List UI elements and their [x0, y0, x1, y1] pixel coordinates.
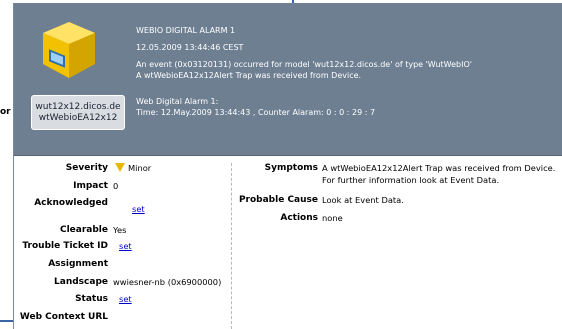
landscape-value: wwiesner-nb (0x6900000) [113, 277, 222, 287]
probable-cause-value: Look at Event Data. [322, 195, 404, 205]
background-label-fragment: or [0, 107, 11, 117]
status-set-link[interactable]: set [119, 294, 132, 304]
status-label: Status [75, 294, 108, 304]
actions-value: none [322, 213, 343, 223]
alarm-timestamp: 12.05.2009 13:44:46 CEST [136, 43, 244, 52]
acknowledged-set-link[interactable]: set [132, 204, 145, 214]
severity-value: Minor [115, 163, 151, 173]
device-name: wut12x12.dicos.de [35, 101, 121, 112]
actions-label: Actions [280, 213, 318, 223]
trouble-ticket-label: Trouble Ticket ID [22, 241, 108, 251]
probable-cause-label: Probable Cause [238, 195, 318, 205]
acknowledged-label: Acknowledged [34, 198, 108, 208]
window: or wut12x12.dicos.de wtWebioEA12x12 WEBI… [0, 0, 562, 329]
alarm-detail-line1: Web Digital Alarm 1: [136, 97, 219, 106]
alarm-header: wut12x12.dicos.de wtWebioEA12x12 WEBIO D… [14, 3, 562, 156]
alarm-detail-panel: wut12x12.dicos.de wtWebioEA12x12 WEBIO D… [13, 3, 562, 329]
web-context-url-label: Web Context URL [19, 312, 108, 322]
column-divider [231, 163, 232, 329]
trouble-ticket-set-link[interactable]: set [119, 241, 132, 251]
network-device-icon [43, 22, 95, 78]
device-type: wtWebioEA12x12 [38, 112, 118, 123]
clearable-label: Clearable [59, 225, 108, 235]
alarm-message-line2: A wtWebioEA12x12Alert Trap was received … [136, 71, 362, 80]
alarm-detail-line2: Time: 12.May.2009 13:44:43 , Counter Ala… [136, 108, 376, 117]
impact-value: 0 [113, 181, 119, 191]
alarm-message-line1: An event (0x03120131) occurred for model… [136, 60, 472, 69]
assignment-label: Assignment [48, 259, 108, 269]
alarm-title: WEBIO DIGITAL ALARM 1 [136, 26, 236, 35]
device-label[interactable]: wut12x12.dicos.de wtWebioEA12x12 [31, 95, 125, 130]
severity-text: Minor [128, 163, 152, 173]
impact-label: Impact [73, 181, 108, 191]
severity-label: Severity [65, 163, 108, 173]
symptoms-line1: A wtWebioEA12x12Alert Trap was received … [322, 163, 556, 173]
warning-triangle-icon [115, 163, 125, 172]
landscape-label: Landscape [54, 277, 108, 287]
symptoms-label: Symptoms [264, 163, 318, 173]
symptoms-line2: For further information look at Event Da… [322, 175, 500, 185]
clearable-value: Yes [113, 225, 127, 235]
